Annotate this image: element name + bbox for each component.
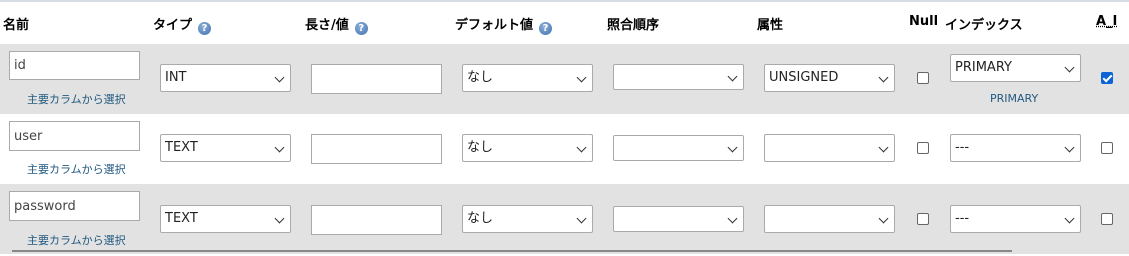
null-checkbox[interactable] [917, 142, 929, 154]
default-help-icon[interactable]: ? [539, 22, 553, 35]
chevron-down-icon [727, 71, 738, 82]
ai-checkbox[interactable] [1101, 72, 1113, 84]
column-name-input[interactable] [9, 121, 140, 151]
header-type: タイプ? [153, 14, 212, 35]
chevron-down-icon [274, 213, 285, 224]
index-primary-link[interactable]: PRIMARY [990, 92, 1038, 105]
horizontal-scrollbar[interactable] [12, 250, 1012, 252]
header-length-label: 長さ/値 [305, 18, 349, 33]
type-select-value: TEXT [165, 211, 198, 226]
null-checkbox[interactable] [917, 213, 929, 225]
default-select-value: なし [467, 140, 494, 155]
collation-select[interactable] [613, 64, 744, 90]
index-select[interactable]: --- [950, 134, 1081, 162]
top-divider [0, 0, 1129, 2]
chevron-down-icon [1064, 213, 1075, 224]
header-index: インデックス [945, 18, 1023, 33]
index-select[interactable]: --- [950, 205, 1081, 233]
chevron-down-icon [576, 142, 587, 153]
pick-central-column-link[interactable]: 主要カラムから選択 [27, 91, 126, 107]
chevron-down-icon [727, 142, 738, 153]
pick-central-column-link[interactable]: 主要カラムから選択 [27, 232, 126, 248]
chevron-down-icon [878, 72, 889, 83]
header-default-label: デフォルト値 [455, 18, 534, 33]
collation-select[interactable] [613, 135, 744, 161]
default-select-value: なし [467, 211, 494, 226]
type-select[interactable]: TEXT [160, 205, 291, 233]
column-row-user: 主要カラムから選択 TEXT なし --- [0, 114, 1129, 184]
chevron-down-icon [727, 213, 738, 224]
attribute-select[interactable]: UNSIGNED [764, 64, 895, 92]
chevron-down-icon [274, 142, 285, 153]
column-name-input[interactable] [9, 191, 140, 221]
header-length: 長さ/値? [305, 14, 368, 35]
default-select[interactable]: なし [462, 64, 593, 92]
length-input[interactable] [311, 64, 442, 94]
type-select[interactable]: TEXT [160, 134, 291, 162]
index-select-value: --- [955, 211, 970, 226]
column-row-password: 主要カラムから選択 TEXT なし --- [0, 184, 1129, 254]
type-select-value: INT [165, 70, 187, 85]
chevron-down-icon [576, 72, 587, 83]
collation-select[interactable] [613, 206, 744, 232]
header-ai: A_I [1096, 14, 1118, 29]
attribute-select-value: UNSIGNED [769, 70, 839, 85]
chevron-down-icon [274, 72, 285, 83]
header-attributes: 属性 [757, 18, 784, 33]
chevron-down-icon [1064, 62, 1075, 73]
chevron-down-icon [576, 213, 587, 224]
header-type-label: タイプ [153, 18, 193, 33]
attribute-select[interactable] [764, 205, 895, 233]
ai-checkbox[interactable] [1101, 142, 1113, 154]
type-select-value: TEXT [165, 140, 198, 155]
header-null: Null [909, 14, 939, 29]
ai-checkbox[interactable] [1101, 213, 1113, 225]
type-help-icon[interactable]: ? [198, 22, 212, 35]
index-select[interactable]: PRIMARY [950, 54, 1081, 82]
pick-central-column-link[interactable]: 主要カラムから選択 [27, 161, 126, 177]
null-checkbox[interactable] [917, 72, 929, 84]
chevron-down-icon [878, 142, 889, 153]
length-input[interactable] [311, 134, 442, 164]
header-default: デフォルト値? [455, 14, 553, 35]
chevron-down-icon [878, 213, 889, 224]
attribute-select[interactable] [764, 134, 895, 162]
default-select[interactable]: なし [462, 134, 593, 162]
column-row-id: 主要カラムから選択 INT なし UNSIGNED PRIMARY PRIMAR… [0, 44, 1129, 114]
length-input[interactable] [311, 205, 442, 235]
index-select-value: PRIMARY [955, 60, 1012, 75]
length-help-icon[interactable]: ? [354, 22, 368, 35]
header-collation: 照合順序 [607, 18, 660, 33]
index-select-value: --- [955, 140, 970, 155]
header-name: 名前 [3, 18, 30, 33]
default-select[interactable]: なし [462, 205, 593, 233]
default-select-value: なし [467, 70, 494, 85]
column-name-input[interactable] [9, 51, 140, 80]
chevron-down-icon [1064, 142, 1075, 153]
type-select[interactable]: INT [160, 64, 291, 92]
